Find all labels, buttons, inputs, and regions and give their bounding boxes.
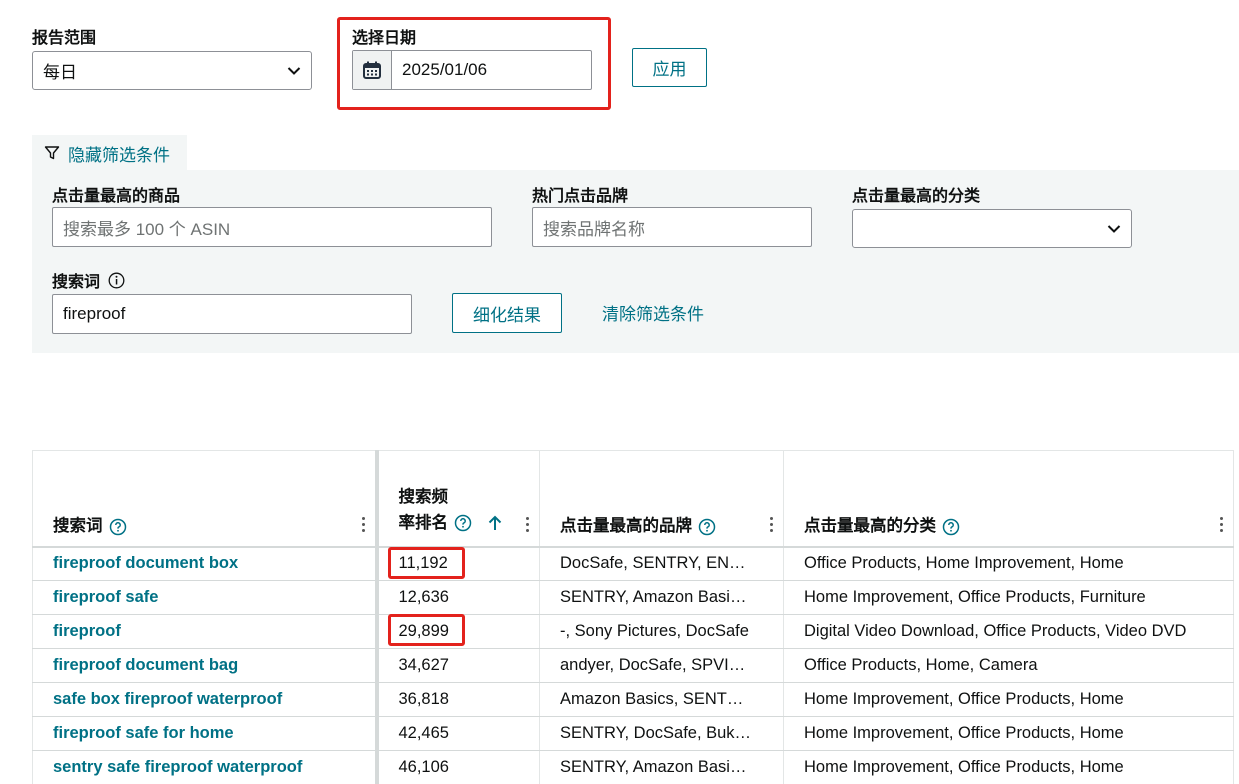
header-top-brand-label: 点击量最高的品牌 — [560, 516, 692, 535]
search-term-label: 搜索词 — [52, 274, 101, 291]
category-cell: Home Improvement, Office Products, Home — [783, 750, 1234, 784]
column-menu-icon[interactable] — [770, 516, 773, 532]
search-rank-cell: 12,636 — [376, 580, 540, 615]
table-row: fireproof safe for home 42,465 SENTRY, D… — [32, 716, 1234, 751]
top-product-label: 点击量最高的商品 — [52, 188, 181, 205]
category-cell: Office Products, Home, Camera — [783, 648, 1234, 683]
table-row: fireproof 29,899 -, Sony Pictures, DocSa… — [32, 614, 1234, 649]
brand-cell: SENTRY, Amazon Basi… — [539, 750, 784, 784]
search-term-link[interactable]: safe box fireproof waterproof — [32, 682, 379, 717]
column-menu-icon[interactable] — [1220, 516, 1223, 532]
rank-highlight-box — [388, 614, 465, 646]
chevron-down-icon — [287, 64, 301, 78]
info-icon[interactable] — [108, 272, 125, 289]
search-term-link[interactable]: fireproof — [32, 614, 379, 649]
table-row: fireproof document bag 34,627 andyer, Do… — [32, 648, 1234, 683]
header-top-category[interactable]: 点击量最高的分类 — [783, 450, 1234, 548]
category-select[interactable] — [852, 209, 1132, 248]
header-top-brand[interactable]: 点击量最高的品牌 — [539, 450, 784, 548]
clear-filters-link[interactable]: 清除筛选条件 — [602, 300, 704, 325]
header-search-term-label: 搜索词 — [53, 516, 103, 535]
category-cell: Home Improvement, Office Products, Furni… — [783, 580, 1234, 615]
table-row: sentry safe fireproof waterproof 46,106 … — [32, 750, 1234, 784]
hide-filters-label: 隐藏筛选条件 — [68, 145, 170, 165]
search-term-link[interactable]: fireproof document box — [32, 546, 379, 581]
header-top-category-label: 点击量最高的分类 — [804, 516, 936, 535]
header-search-term[interactable]: 搜索词 — [32, 450, 379, 548]
hide-filters-toggle[interactable]: 隐藏筛选条件 — [32, 135, 187, 171]
date-highlight-box — [337, 17, 611, 110]
help-icon[interactable] — [454, 514, 472, 532]
search-term-input[interactable]: fireproof — [52, 294, 412, 334]
help-icon[interactable] — [942, 518, 960, 536]
rank-highlight-box — [388, 547, 465, 579]
table-row: safe box fireproof waterproof 36,818 Ama… — [32, 682, 1234, 717]
table-row: fireproof safe 12,636 SENTRY, Amazon Bas… — [32, 580, 1234, 615]
search-term-label-row: 搜索词 — [52, 268, 125, 292]
sort-ascending-icon[interactable] — [486, 514, 504, 532]
report-range-label: 报告范围 — [32, 30, 97, 47]
report-range-select[interactable]: 每日 — [32, 51, 312, 90]
help-icon[interactable] — [109, 518, 127, 536]
category-cell: Home Improvement, Office Products, Home — [783, 682, 1234, 717]
search-rank-cell: 36,818 — [376, 682, 540, 717]
brand-cell: SENTRY, Amazon Basi… — [539, 580, 784, 615]
chevron-down-icon — [1107, 222, 1121, 236]
top-category-label: 点击量最高的分类 — [852, 188, 981, 205]
category-cell: Home Improvement, Office Products, Home — [783, 716, 1234, 751]
category-cell: Digital Video Download, Office Products,… — [783, 614, 1234, 649]
search-terms-table: 搜索词 搜索频 率排名 点击量最高的品牌 点击量最高的分类 fireproof … — [32, 450, 1234, 784]
header-search-rank[interactable]: 搜索频 率排名 — [376, 450, 540, 548]
column-menu-icon[interactable] — [526, 516, 529, 532]
search-term-link[interactable]: sentry safe fireproof waterproof — [32, 750, 379, 784]
header-rank-line2: 率排名 — [398, 513, 449, 532]
brand-cell: SENTRY, DocSafe, Buk… — [539, 716, 784, 751]
column-menu-icon[interactable] — [361, 516, 365, 532]
apply-button[interactable]: 应用 — [632, 48, 707, 87]
top-brand-label: 热门点击品牌 — [532, 188, 629, 205]
table-row: fireproof document box 11,192 DocSafe, S… — [32, 546, 1234, 581]
brand-cell: Amazon Basics, SENT… — [539, 682, 784, 717]
search-term-link[interactable]: fireproof safe — [32, 580, 379, 615]
brand-search-input[interactable]: 搜索品牌名称 — [532, 207, 812, 247]
category-cell: Office Products, Home Improvement, Home — [783, 546, 1234, 581]
report-range-value: 每日 — [43, 63, 77, 82]
asin-search-input[interactable]: 搜索最多 100 个 ASIN — [52, 207, 492, 247]
filter-icon — [44, 146, 60, 160]
brand-cell: -, Sony Pictures, DocSafe — [539, 614, 784, 649]
brand-cell: DocSafe, SENTRY, EN… — [539, 546, 784, 581]
search-term-link[interactable]: fireproof safe for home — [32, 716, 379, 751]
search-rank-cell: 46,106 — [376, 750, 540, 784]
help-icon[interactable] — [698, 518, 716, 536]
search-term-link[interactable]: fireproof document bag — [32, 648, 379, 683]
search-rank-cell: 34,627 — [376, 648, 540, 683]
brand-cell: andyer, DocSafe, SPVI… — [539, 648, 784, 683]
refine-results-button[interactable]: 细化结果 — [452, 293, 562, 333]
header-rank-line1: 搜索频 — [398, 487, 449, 506]
search-rank-cell: 42,465 — [376, 716, 540, 751]
